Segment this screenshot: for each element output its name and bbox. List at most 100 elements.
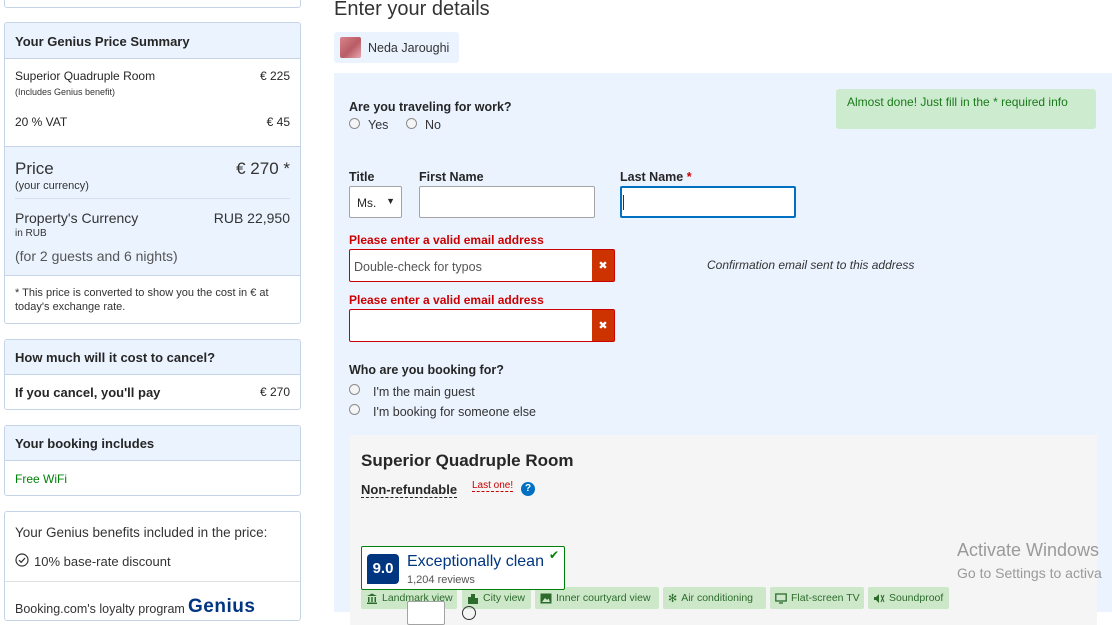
genius-price-summary: Your Genius Price Summary Superior Quadr… [4,22,301,324]
includes-title: Your booking includes [5,426,300,461]
price-block: Price € 270 * (your currency) Property's… [5,146,300,276]
facility-label: Soundproof [889,592,944,604]
property-currency-sub: in RUB [15,228,47,239]
confirmation-note: Confirmation email sent to this address [707,258,915,272]
help-icon[interactable]: ? [521,482,535,496]
email-error: Please enter a valid email address [349,233,544,247]
booking-for-question: Who are you booking for? [349,363,504,377]
facility-label: Air conditioning [681,592,754,604]
cancel-cost-box: How much will it cost to cancel? If you … [4,339,301,410]
work-no-radio[interactable] [406,118,417,129]
score-label: Exceptionally clean [407,553,544,570]
room-price: € 225 [259,69,290,83]
page-title: Enter your details [334,0,490,20]
price-sub: (your currency) [15,180,89,192]
quantity-select[interactable] [407,601,445,625]
details-form-panel: Almost done! Just fill in the * required… [334,73,1112,625]
required-star: * [686,170,692,184]
check-circle-icon [15,553,29,570]
chevron-down-icon: ▼ [386,196,395,206]
tv-icon [775,592,787,604]
genius-benefits-box: Your Genius benefits included in the pri… [4,511,301,621]
price-summary-title: Your Genius Price Summary [5,23,300,59]
main-guest-radio[interactable] [349,384,360,395]
work-yes-label[interactable]: Yes [368,118,388,132]
property-currency-value: RUB 22,950 [213,210,290,226]
almost-done-notice: Almost done! Just fill in the * required… [836,89,1096,129]
text-cursor [623,195,624,210]
last-name-label-wrap: Last Name * [620,170,692,184]
vat-line: 20 % VAT € 45 [15,115,290,129]
confirm-email-input[interactable]: ✖ [349,309,615,342]
last-one-badge: Last one! [472,480,514,492]
currency-note: * This price is converted to show you th… [15,287,269,313]
last-name-label: Last Name [620,170,684,184]
review-score-box: 9.0 Exceptionally clean 1,204 reviews ✔ [361,546,565,590]
facility-tag: Soundproof [868,587,949,609]
score-badge: 9.0 [367,554,399,584]
someone-else-label[interactable]: I'm booking for someone else [373,405,536,419]
room-line: Superior Quadruple Room € 225 [15,69,290,83]
facility-label: Inner courtyard view [556,592,651,604]
room-policy[interactable]: Non-refundable [361,482,458,498]
price-summary-box [4,0,301,8]
first-name-input[interactable] [419,186,595,218]
user-chip[interactable]: Neda Jaroughi [334,32,459,63]
vat-price: € 45 [266,115,290,129]
activate-windows-subtitle: Go to Settings to activa [957,565,1102,581]
free-wifi: Free WiFi [15,472,67,486]
booking-includes-box: Your booking includes Free WiFi [4,425,301,496]
check-icon: ✔ [548,548,559,562]
title-label: Title [349,170,375,184]
facility-tag: ✻ Air conditioning [663,587,766,609]
price-label: Price [15,159,54,178]
work-question: Are you traveling for work? [349,100,512,114]
review-count: 1,204 reviews [407,574,475,586]
room-note: (Includes Genius benefit) [15,87,116,97]
guests-nights: (for 2 guests and 6 nights) [15,248,178,264]
snowflake-icon: ✻ [668,592,678,605]
email-placeholder: Double-check for typos [354,260,482,274]
property-currency-label: Property's Currency [15,210,139,226]
cancel-value: € 270 [259,385,290,399]
cancel-title: How much will it cost to cancel? [5,340,300,375]
soundproof-icon [874,593,885,603]
main-guest-label[interactable]: I'm the main guest [373,385,475,399]
confirm-email-error: Please enter a valid email address [349,293,544,307]
avatar [340,37,361,58]
facility-tag: Flat-screen TV [770,587,864,609]
room-name: Superior Quadruple Room [361,451,574,470]
user-name: Neda Jaroughi [368,41,450,55]
title-select[interactable]: Ms. ▼ [349,186,402,218]
facility-tag: City view [462,587,531,609]
last-name-input[interactable] [620,186,796,218]
city-icon [468,593,478,604]
landmark-icon [367,593,377,604]
work-yes-radio[interactable] [349,118,360,129]
email-input[interactable]: Double-check for typos ✖ [349,249,615,282]
room-name: Superior Quadruple Room [15,69,156,83]
activate-windows-title: Activate Windows [957,540,1100,560]
someone-else-radio[interactable] [349,404,360,415]
loyalty-text: Booking.com's loyalty program [15,602,185,616]
genius-title: Your Genius benefits included in the pri… [15,525,268,540]
facility-label: Flat-screen TV [791,592,860,604]
vat-label: 20 % VAT [15,115,68,129]
courtyard-icon [540,593,552,603]
divider [5,581,300,582]
facility-label: City view [483,592,526,604]
divider [15,198,290,199]
info-icon[interactable] [462,606,476,620]
error-x-icon: ✖ [592,250,614,281]
title-value: Ms. [357,196,377,210]
benefit-text: 10% base-rate discount [34,554,171,569]
facility-tag: Inner courtyard view [535,587,659,609]
price-value: € 270 * [236,159,290,178]
error-x-icon: ✖ [592,310,614,341]
benefit-line: 10% base-rate discount [15,553,171,570]
work-no-label[interactable]: No [425,118,441,132]
first-name-label: First Name [419,170,484,184]
cancel-line: If you cancel, you'll pay € 270 [15,385,290,400]
cancel-label: If you cancel, you'll pay [15,385,161,400]
genius-logo: Genius [188,596,256,617]
